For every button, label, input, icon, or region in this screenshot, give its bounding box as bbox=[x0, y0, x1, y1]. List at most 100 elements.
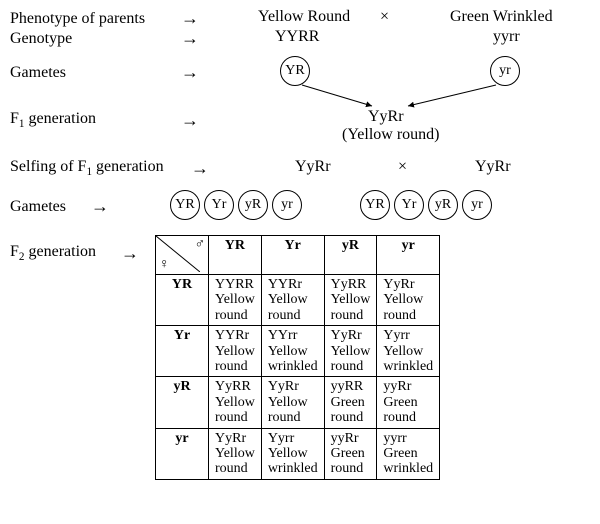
cell-pheno: Yellow bbox=[383, 344, 433, 359]
cell-pheno: Yellow bbox=[268, 344, 318, 359]
table-row: yR YyRRYellowround YyRrYellowround yyRRG… bbox=[156, 377, 440, 428]
cell-pheno: round bbox=[331, 461, 371, 476]
col-head: yr bbox=[377, 236, 440, 275]
gamete: yR bbox=[428, 190, 458, 220]
cell-genotype: YyRr bbox=[215, 431, 255, 446]
cell-genotype: yyrr bbox=[383, 431, 433, 446]
cell-pheno: Yellow bbox=[331, 344, 371, 359]
cell-genotype: Yyrr bbox=[268, 431, 318, 446]
parent2-gamete: yr bbox=[490, 56, 520, 86]
arrow-icon: → bbox=[180, 158, 220, 179]
cell-pheno: round bbox=[215, 461, 255, 476]
cell-genotype: YyRR bbox=[331, 277, 371, 292]
col-head: YR bbox=[209, 236, 262, 275]
cell-pheno: wrinkled bbox=[383, 359, 433, 374]
label-f1: F1 generation bbox=[10, 110, 170, 130]
gamete: Yr bbox=[204, 190, 234, 220]
gamete: YR bbox=[170, 190, 200, 220]
parent1-phenotype: Yellow Round bbox=[258, 8, 350, 26]
cell-pheno: round bbox=[331, 359, 371, 374]
cell-genotype: YyRr bbox=[331, 328, 371, 343]
cell-pheno: round bbox=[215, 308, 255, 323]
cell-pheno: Yellow bbox=[268, 292, 318, 307]
parent2-phenotype: Green Wrinkled bbox=[450, 8, 553, 26]
label-gametes2: Gametes bbox=[10, 198, 80, 216]
cell-genotype: YYRr bbox=[268, 277, 318, 292]
label-phenotype-parents: Phenotype of parents bbox=[10, 10, 170, 28]
gamete: yr bbox=[272, 190, 302, 220]
cell-pheno: round bbox=[215, 359, 255, 374]
cell-pheno: round bbox=[215, 410, 255, 425]
cell-genotype: yyRr bbox=[383, 379, 433, 394]
label-f2: F2 generation bbox=[10, 243, 110, 263]
cross-symbol: × bbox=[380, 8, 389, 26]
gametes-right-group: YR Yr yR yr bbox=[360, 190, 492, 220]
cell-pheno: round bbox=[268, 410, 318, 425]
label-genotype: Genotype bbox=[10, 30, 170, 48]
cell-pheno: Yellow bbox=[383, 292, 433, 307]
row-head: yR bbox=[156, 377, 209, 428]
cell-pheno: round bbox=[383, 410, 433, 425]
parent2-genotype: yyrr bbox=[493, 28, 520, 46]
cell-pheno: Yellow bbox=[215, 446, 255, 461]
arrow-icon: → bbox=[110, 243, 150, 264]
cell-genotype: YYRR bbox=[215, 277, 255, 292]
cell-pheno: Yellow bbox=[331, 292, 371, 307]
cell-pheno: Green bbox=[383, 446, 433, 461]
cell-genotype: YYRr bbox=[215, 328, 255, 343]
arrow-icon: → bbox=[170, 110, 210, 131]
cell-pheno: wrinkled bbox=[268, 461, 318, 476]
cell-pheno: Yellow bbox=[215, 344, 255, 359]
selfing-right: YyRr bbox=[475, 158, 511, 176]
cell-genotype: Yyrr bbox=[383, 328, 433, 343]
cell-genotype: yyRR bbox=[331, 379, 371, 394]
gametes-left-group: YR Yr yR yr bbox=[170, 190, 302, 220]
arrow-icon: → bbox=[80, 196, 120, 217]
cell-genotype: YyRr bbox=[383, 277, 433, 292]
female-symbol-icon: ♀ bbox=[159, 257, 170, 273]
cell-pheno: round bbox=[383, 308, 433, 323]
f1-phenotype: (Yellow round) bbox=[342, 126, 439, 144]
cell-pheno: Yellow bbox=[268, 446, 318, 461]
gamete: yr bbox=[462, 190, 492, 220]
f1-genotype: YyRr bbox=[368, 108, 404, 126]
cell-pheno: Yellow bbox=[268, 395, 318, 410]
parent1-genotype: YYRR bbox=[275, 28, 319, 46]
col-head: yR bbox=[324, 236, 377, 275]
gamete: Yr bbox=[394, 190, 424, 220]
cell-pheno: round bbox=[331, 308, 371, 323]
cell-pheno: round bbox=[331, 410, 371, 425]
arrow-icon: → bbox=[170, 8, 210, 29]
label-selfing: Selfing of F1 generation bbox=[10, 158, 180, 178]
col-head: Yr bbox=[261, 236, 324, 275]
cell-pheno: wrinkled bbox=[383, 461, 433, 476]
punnett-square: ♂ ♀ YR Yr yR yr YR YYRRYellowround YYRrY… bbox=[155, 235, 440, 480]
table-row: YR YYRRYellowround YYRrYellowround YyRRY… bbox=[156, 275, 440, 326]
cell-pheno: Yellow bbox=[215, 395, 255, 410]
cell-pheno: round bbox=[268, 308, 318, 323]
gamete: yR bbox=[238, 190, 268, 220]
row-head: YR bbox=[156, 275, 209, 326]
arrow-icon: → bbox=[170, 62, 210, 83]
cell-pheno: Green bbox=[331, 446, 371, 461]
gamete: YR bbox=[360, 190, 390, 220]
table-row: yr YyRrYellowround YyrrYellowwrinkled yy… bbox=[156, 428, 440, 479]
cell-pheno: Yellow bbox=[215, 292, 255, 307]
row-head: yr bbox=[156, 428, 209, 479]
cell-pheno: Green bbox=[331, 395, 371, 410]
label-gametes: Gametes bbox=[10, 64, 170, 82]
cell-genotype: yyRr bbox=[331, 431, 371, 446]
row-head: Yr bbox=[156, 326, 209, 377]
cell-genotype: YYrr bbox=[268, 328, 318, 343]
parent1-gamete: YR bbox=[280, 56, 310, 86]
cross-symbol: × bbox=[398, 158, 407, 176]
cell-genotype: YyRr bbox=[268, 379, 318, 394]
arrow-icon: → bbox=[170, 28, 210, 49]
selfing-left: YyRr bbox=[295, 158, 331, 176]
cell-genotype: YyRR bbox=[215, 379, 255, 394]
table-row: Yr YYRrYellowround YYrrYellowwrinkled Yy… bbox=[156, 326, 440, 377]
corner-cell: ♂ ♀ bbox=[156, 236, 209, 275]
male-symbol-icon: ♂ bbox=[195, 237, 206, 253]
cell-pheno: wrinkled bbox=[268, 359, 318, 374]
cell-pheno: Green bbox=[383, 395, 433, 410]
